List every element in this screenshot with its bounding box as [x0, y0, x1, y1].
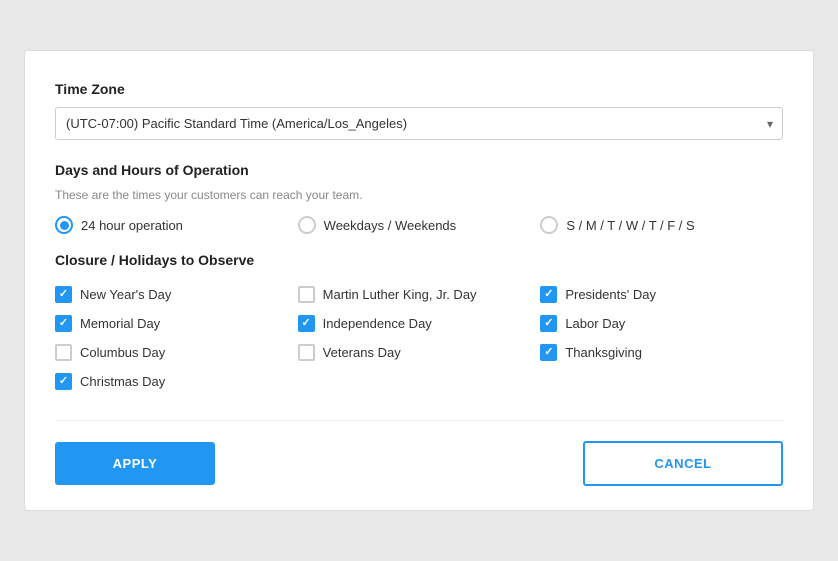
radio-weekdays-label: Weekdays / Weekends — [324, 218, 456, 233]
checkbox-labor-day-box — [540, 315, 557, 332]
holidays-grid: New Year's Day Martin Luther King, Jr. D… — [55, 280, 783, 396]
checkbox-independence-day[interactable]: Independence Day — [298, 309, 541, 338]
checkbox-memorial-day-box — [55, 315, 72, 332]
radio-weekdays-circle — [298, 216, 316, 234]
radio-custom-option[interactable]: S / M / T / W / T / F / S — [540, 216, 783, 234]
checkbox-independence-day-box — [298, 315, 315, 332]
checkbox-presidents-day-box — [540, 286, 557, 303]
checkbox-memorial-day-label: Memorial Day — [80, 316, 160, 331]
apply-button[interactable]: APPLY — [55, 442, 215, 485]
footer: APPLY CANCEL — [55, 441, 783, 486]
checkbox-mlk-day-box — [298, 286, 315, 303]
checkbox-veterans-day-label: Veterans Day — [323, 345, 401, 360]
checkbox-mlk-day-label: Martin Luther King, Jr. Day — [323, 287, 477, 302]
radio-group: 24 hour operation Weekdays / Weekends S … — [55, 216, 783, 234]
timezone-section-title: Time Zone — [55, 81, 783, 97]
checkbox-thanksgiving-box — [540, 344, 557, 361]
holidays-section: Closure / Holidays to Observe New Year's… — [55, 252, 783, 396]
checkbox-labor-day[interactable]: Labor Day — [540, 309, 783, 338]
radio-weekdays-option[interactable]: Weekdays / Weekends — [298, 216, 541, 234]
checkbox-presidents-day-label: Presidents' Day — [565, 287, 656, 302]
settings-dialog: Time Zone (UTC-07:00) Pacific Standard T… — [24, 50, 814, 511]
checkbox-columbus-day-box — [55, 344, 72, 361]
divider — [55, 420, 783, 421]
radio-custom-circle — [540, 216, 558, 234]
checkbox-thanksgiving[interactable]: Thanksgiving — [540, 338, 783, 367]
days-hours-section: Days and Hours of Operation These are th… — [55, 162, 783, 234]
timezone-select[interactable]: (UTC-07:00) Pacific Standard Time (Ameri… — [55, 107, 783, 140]
days-hours-title: Days and Hours of Operation — [55, 162, 783, 178]
checkbox-thanksgiving-label: Thanksgiving — [565, 345, 642, 360]
checkbox-new-years-day-box — [55, 286, 72, 303]
checkbox-columbus-day[interactable]: Columbus Day — [55, 338, 298, 367]
checkbox-independence-day-label: Independence Day — [323, 316, 432, 331]
timezone-select-wrapper: (UTC-07:00) Pacific Standard Time (Ameri… — [55, 107, 783, 140]
checkbox-christmas-day-box — [55, 373, 72, 390]
checkbox-presidents-day[interactable]: Presidents' Day — [540, 280, 783, 309]
checkbox-christmas-day-label: Christmas Day — [80, 374, 165, 389]
checkbox-mlk-day[interactable]: Martin Luther King, Jr. Day — [298, 280, 541, 309]
holidays-title: Closure / Holidays to Observe — [55, 252, 783, 268]
checkbox-labor-day-label: Labor Day — [565, 316, 625, 331]
radio-24hr-circle — [55, 216, 73, 234]
checkbox-christmas-day[interactable]: Christmas Day — [55, 367, 298, 396]
checkbox-new-years-day[interactable]: New Year's Day — [55, 280, 298, 309]
radio-24hr-label: 24 hour operation — [81, 218, 183, 233]
checkbox-new-years-day-label: New Year's Day — [80, 287, 171, 302]
radio-24hr-option[interactable]: 24 hour operation — [55, 216, 298, 234]
checkbox-veterans-day-box — [298, 344, 315, 361]
days-hours-desc: These are the times your customers can r… — [55, 188, 783, 202]
checkbox-memorial-day[interactable]: Memorial Day — [55, 309, 298, 338]
radio-custom-label: S / M / T / W / T / F / S — [566, 218, 694, 233]
cancel-button[interactable]: CANCEL — [583, 441, 783, 486]
checkbox-columbus-day-label: Columbus Day — [80, 345, 165, 360]
checkbox-veterans-day[interactable]: Veterans Day — [298, 338, 541, 367]
